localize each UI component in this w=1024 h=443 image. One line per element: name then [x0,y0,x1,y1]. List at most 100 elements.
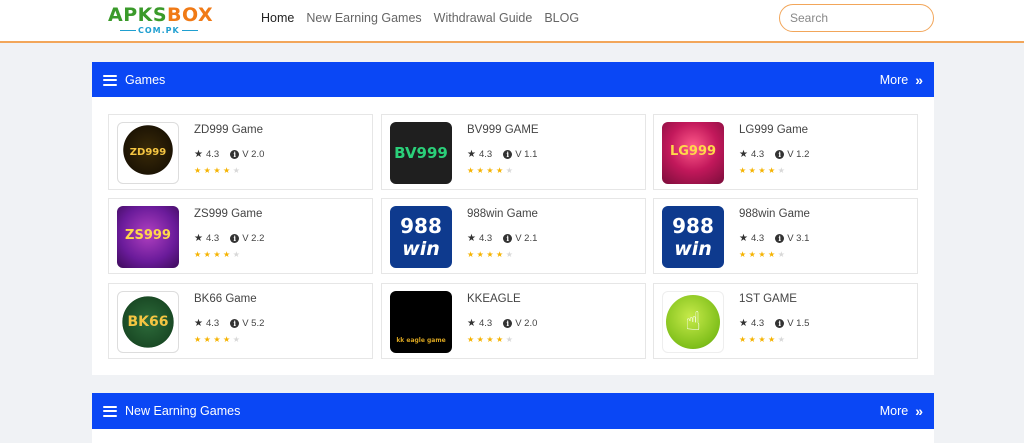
star-icon: ★ [496,250,506,259]
game-rating: 4.3 [750,318,765,329]
game-title: 988win Game [739,208,810,220]
star-icon: ★ [476,335,487,344]
more-label: More [879,73,909,87]
star-icon: ★ [777,166,788,175]
star-icon: ★ [203,166,214,175]
star-icon: ★ [467,250,477,259]
site-logo[interactable]: APKSBOX COM.PK [108,5,218,35]
nav-home[interactable]: Home [261,11,294,25]
star-icon: ★ [194,335,204,344]
star-half-icon: ★ [467,149,476,160]
icon-artwork-text: 988 [672,214,714,238]
star-rating: ★★★★★ [194,166,242,175]
star-icon: ★ [758,250,769,259]
988win-game-icon: 988 win [662,206,724,268]
star-half-icon: ★ [739,149,748,160]
main-nav: Home New Earning Games Withdrawal Guide … [261,11,591,25]
star-icon: ★ [467,335,477,344]
star-icon: ★ [777,335,788,344]
star-icon: ★ [748,250,759,259]
game-title: BV999 GAME [467,124,539,136]
info-icon: i [775,319,785,328]
star-icon: ★ [213,335,224,344]
nav-blog[interactable]: BLOG [544,11,579,25]
nav-new-earning-games[interactable]: New Earning Games [306,11,421,25]
more-label: More [879,404,909,418]
icon-artwork-text: 988 [400,214,442,238]
info-icon: i [230,234,240,243]
game-rating: 4.3 [478,149,493,160]
game-title: KKEAGLE [467,293,521,305]
game-card[interactable]: 988 win 988win Game ★ 4.3 i V 2.1 ★★★★★ [381,198,646,274]
new-earning-games-section-header: New Earning Games More » [92,393,934,429]
kkeagle-game-icon: kk eagle game [390,291,452,353]
star-icon: ★ [223,250,233,259]
1st-game-icon: ☝ [662,291,724,353]
info-icon: i [230,319,240,328]
game-title: ZS999 Game [194,208,263,220]
new-earning-more-link[interactable]: More » [880,404,923,418]
section-title: Games [125,73,166,87]
game-card[interactable]: ☝ 1ST GAME ★ 4.3 i V 1.5 ★★★★★ [653,283,918,359]
game-title: 1ST GAME [739,293,797,305]
star-icon: ★ [203,250,214,259]
star-icon: ★ [486,166,497,175]
star-icon: ★ [232,335,243,344]
search-input[interactable] [779,4,934,32]
game-card[interactable]: LG999 LG999 Game ★ 4.3 i V 1.2 ★★★★★ [653,114,918,190]
star-icon: ★ [476,166,487,175]
info-icon: i [503,234,513,243]
info-icon: i [230,150,240,159]
star-rating: ★★★★★ [467,250,515,259]
star-icon: ★ [768,250,778,259]
star-half-icon: ★ [194,233,203,244]
star-icon: ★ [777,250,788,259]
games-more-link[interactable]: More » [880,73,923,87]
icon-artwork-text: kk eagle game [396,337,446,344]
star-icon: ★ [203,335,214,344]
game-meta: ★ 4.3 i V 2.0 [467,318,537,329]
star-icon: ★ [496,335,506,344]
game-card[interactable]: kk eagle game KKEAGLE ★ 4.3 i V 2.0 ★★★★★ [381,283,646,359]
game-version: V 2.1 [515,233,538,244]
star-icon: ★ [505,335,516,344]
menu-icon [103,74,117,86]
game-card[interactable]: ZD999 ZD999 Game ★ 4.3 i V 2.0 ★★★★★ [108,114,373,190]
game-card[interactable]: 988 win 988win Game ★ 4.3 i V 3.1 ★★★★★ [653,198,918,274]
lg999-game-icon: LG999 [662,122,724,184]
icon-artwork-text: win [402,238,440,260]
game-version: V 3.1 [787,233,810,244]
star-icon: ★ [194,166,204,175]
star-rating: ★★★★★ [739,335,787,344]
bk66-game-icon: BK66 [117,291,179,353]
game-card[interactable]: ZS999 ZS999 Game ★ 4.3 i V 2.2 ★★★★★ [108,198,373,274]
game-rating: 4.3 [750,149,765,160]
star-icon: ★ [768,166,778,175]
game-meta: ★ 4.3 i V 3.1 [739,233,809,244]
icon-artwork-text: BK66 [127,314,169,330]
game-card[interactable]: BK66 BK66 Game ★ 4.3 i V 5.2 ★★★★★ [108,283,373,359]
game-meta: ★ 4.3 i V 1.1 [467,149,537,160]
star-icon: ★ [486,335,497,344]
game-version: V 2.2 [242,233,265,244]
star-half-icon: ★ [739,318,748,329]
game-meta: ★ 4.3 i V 2.1 [467,233,537,244]
star-icon: ★ [739,166,749,175]
logo-wordmark: APKSBOX [108,4,214,26]
star-icon: ★ [505,166,516,175]
star-icon: ★ [486,250,497,259]
icon-artwork-text: BV999 [394,144,448,162]
game-version: V 1.2 [787,149,810,160]
game-meta: ★ 4.3 i V 1.5 [739,318,809,329]
new-earning-games-panel [92,429,934,443]
star-icon: ★ [467,166,477,175]
game-meta: ★ 4.3 i V 2.2 [194,233,264,244]
star-icon: ★ [739,250,749,259]
game-meta: ★ 4.3 i V 5.2 [194,318,264,329]
zs999-game-icon: ZS999 [117,206,179,268]
nav-withdrawal-guide[interactable]: Withdrawal Guide [434,11,533,25]
star-icon: ★ [739,335,749,344]
section-title: New Earning Games [125,404,241,418]
game-title: ZD999 Game [194,124,264,136]
game-card[interactable]: BV999 BV999 GAME ★ 4.3 i V 1.1 ★★★★★ [381,114,646,190]
